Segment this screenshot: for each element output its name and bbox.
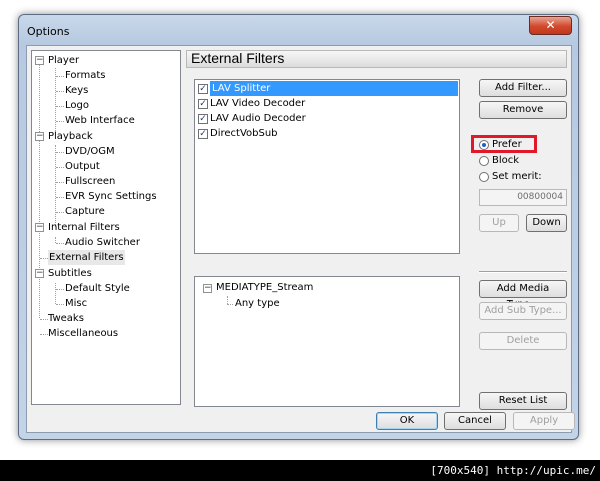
window-title: Options [27,25,70,38]
tree-guide [40,258,48,259]
tree-guide [56,76,64,77]
block-label: Block [492,155,520,166]
tree-guide [56,304,64,305]
tree-guide [55,68,56,135]
tree-item-playback[interactable]: Playback [48,129,93,144]
tree-guide [56,289,64,290]
tree-item-tweaks[interactable]: Tweaks [48,311,84,326]
filter-list[interactable]: ✓ LAV Splitter ✓ LAV Video Decoder ✓ LAV… [194,79,460,254]
tree-item-miscellaneous[interactable]: Miscellaneous [48,326,118,341]
media-type-tree[interactable]: − MEDIATYPE_Stream Any type [194,276,460,407]
watermark-text: [700x540] http://upic.me/ [0,460,600,481]
media-type-child[interactable]: Any type [235,296,280,311]
separator [479,271,567,273]
filter-label: LAV Splitter [210,81,458,96]
filter-label: LAV Video Decoder [210,98,306,109]
filter-label: LAV Audio Decoder [210,113,306,124]
remove-button[interactable]: Remove [479,101,567,119]
tree-item-external-filters[interactable]: External Filters [48,250,125,265]
filter-checkbox[interactable]: ✓ [198,84,208,94]
tree-guide [227,304,233,305]
dialog-client-area: − Player Formats Keys Logo Web Interface… [26,45,575,433]
delete-button[interactable]: Delete [479,332,567,350]
radio-dot [479,156,489,166]
tree-item-default-style[interactable]: Default Style [65,281,130,296]
merit-field[interactable]: 00800004 [479,189,567,206]
close-icon: ✕ [545,18,556,32]
tree-item-internal-filters[interactable]: Internal Filters [48,220,120,235]
set-merit-label: Set merit: [492,171,542,182]
add-media-type-button[interactable]: Add Media Type... [479,280,567,310]
tree-guide [56,182,64,183]
filter-row[interactable]: ✓ DirectVobSub [198,126,458,141]
tree-guide [56,197,64,198]
filter-checkbox[interactable]: ✓ [198,99,208,109]
tree-guide [39,61,40,318]
apply-button[interactable]: Apply [513,412,575,430]
media-type-root[interactable]: MEDIATYPE_Stream [216,280,313,295]
collapse-icon[interactable]: − [35,132,44,141]
check-icon: ✓ [199,99,207,109]
check-icon: ✓ [199,114,207,124]
tree-guide [56,212,64,213]
collapse-icon[interactable]: − [35,269,44,278]
add-filter-button[interactable]: Add Filter... [479,79,567,97]
check-icon: ✓ [199,129,207,139]
page-title: External Filters [191,50,285,66]
add-sub-type-button[interactable]: Add Sub Type... [479,302,567,320]
tree-item-output[interactable]: Output [65,159,100,174]
tree-item-dvd-ogm[interactable]: DVD/OGM [65,144,115,159]
tree-guide [56,91,64,92]
tree-guide [56,106,64,107]
options-tree[interactable]: − Player Formats Keys Logo Web Interface… [31,50,181,405]
tree-item-fullscreen[interactable]: Fullscreen [65,174,115,189]
collapse-icon[interactable]: − [35,56,44,65]
reset-list-button[interactable]: Reset List [479,392,567,410]
tree-guide [56,152,64,153]
tree-item-subtitles[interactable]: Subtitles [48,266,92,281]
tree-item-audio-switcher[interactable]: Audio Switcher [65,235,140,250]
filter-row[interactable]: ✓ LAV Video Decoder [198,96,458,111]
tree-item-player[interactable]: Player [48,53,79,68]
down-button[interactable]: Down [526,214,567,232]
tree-guide [56,243,64,244]
tree-guide [55,283,56,304]
cancel-button[interactable]: Cancel [444,412,506,430]
filter-label: DirectVobSub [210,128,278,139]
up-button[interactable]: Up [479,214,519,232]
tree-guide [227,296,228,304]
tree-item-keys[interactable]: Keys [65,83,88,98]
filter-row[interactable]: ✓ LAV Audio Decoder [198,111,458,126]
tree-guide [56,167,64,168]
filter-checkbox[interactable]: ✓ [198,129,208,139]
tree-guide [56,121,64,122]
tree-guide [40,319,48,320]
filter-checkbox[interactable]: ✓ [198,114,208,124]
tree-item-formats[interactable]: Formats [65,68,105,83]
tree-guide [55,145,56,227]
close-button[interactable]: ✕ [529,16,572,35]
ok-button[interactable]: OK [376,412,438,430]
page-header: External Filters [186,50,567,68]
tree-item-web-interface[interactable]: Web Interface [65,113,135,128]
tree-item-misc[interactable]: Misc [65,296,87,311]
filter-row[interactable]: ✓ LAV Splitter [198,81,458,96]
check-icon: ✓ [199,84,207,94]
collapse-icon[interactable]: − [203,284,212,293]
options-dialog: Options ✕ − Player Formats Keys Logo Web… [18,14,579,440]
radio-dot [479,172,489,182]
tree-item-evr-sync-settings[interactable]: EVR Sync Settings [65,189,157,204]
tree-guide [40,334,48,335]
highlight-box [471,135,537,153]
tree-item-logo[interactable]: Logo [65,98,89,113]
tree-item-capture[interactable]: Capture [65,204,105,219]
collapse-icon[interactable]: − [35,223,44,232]
